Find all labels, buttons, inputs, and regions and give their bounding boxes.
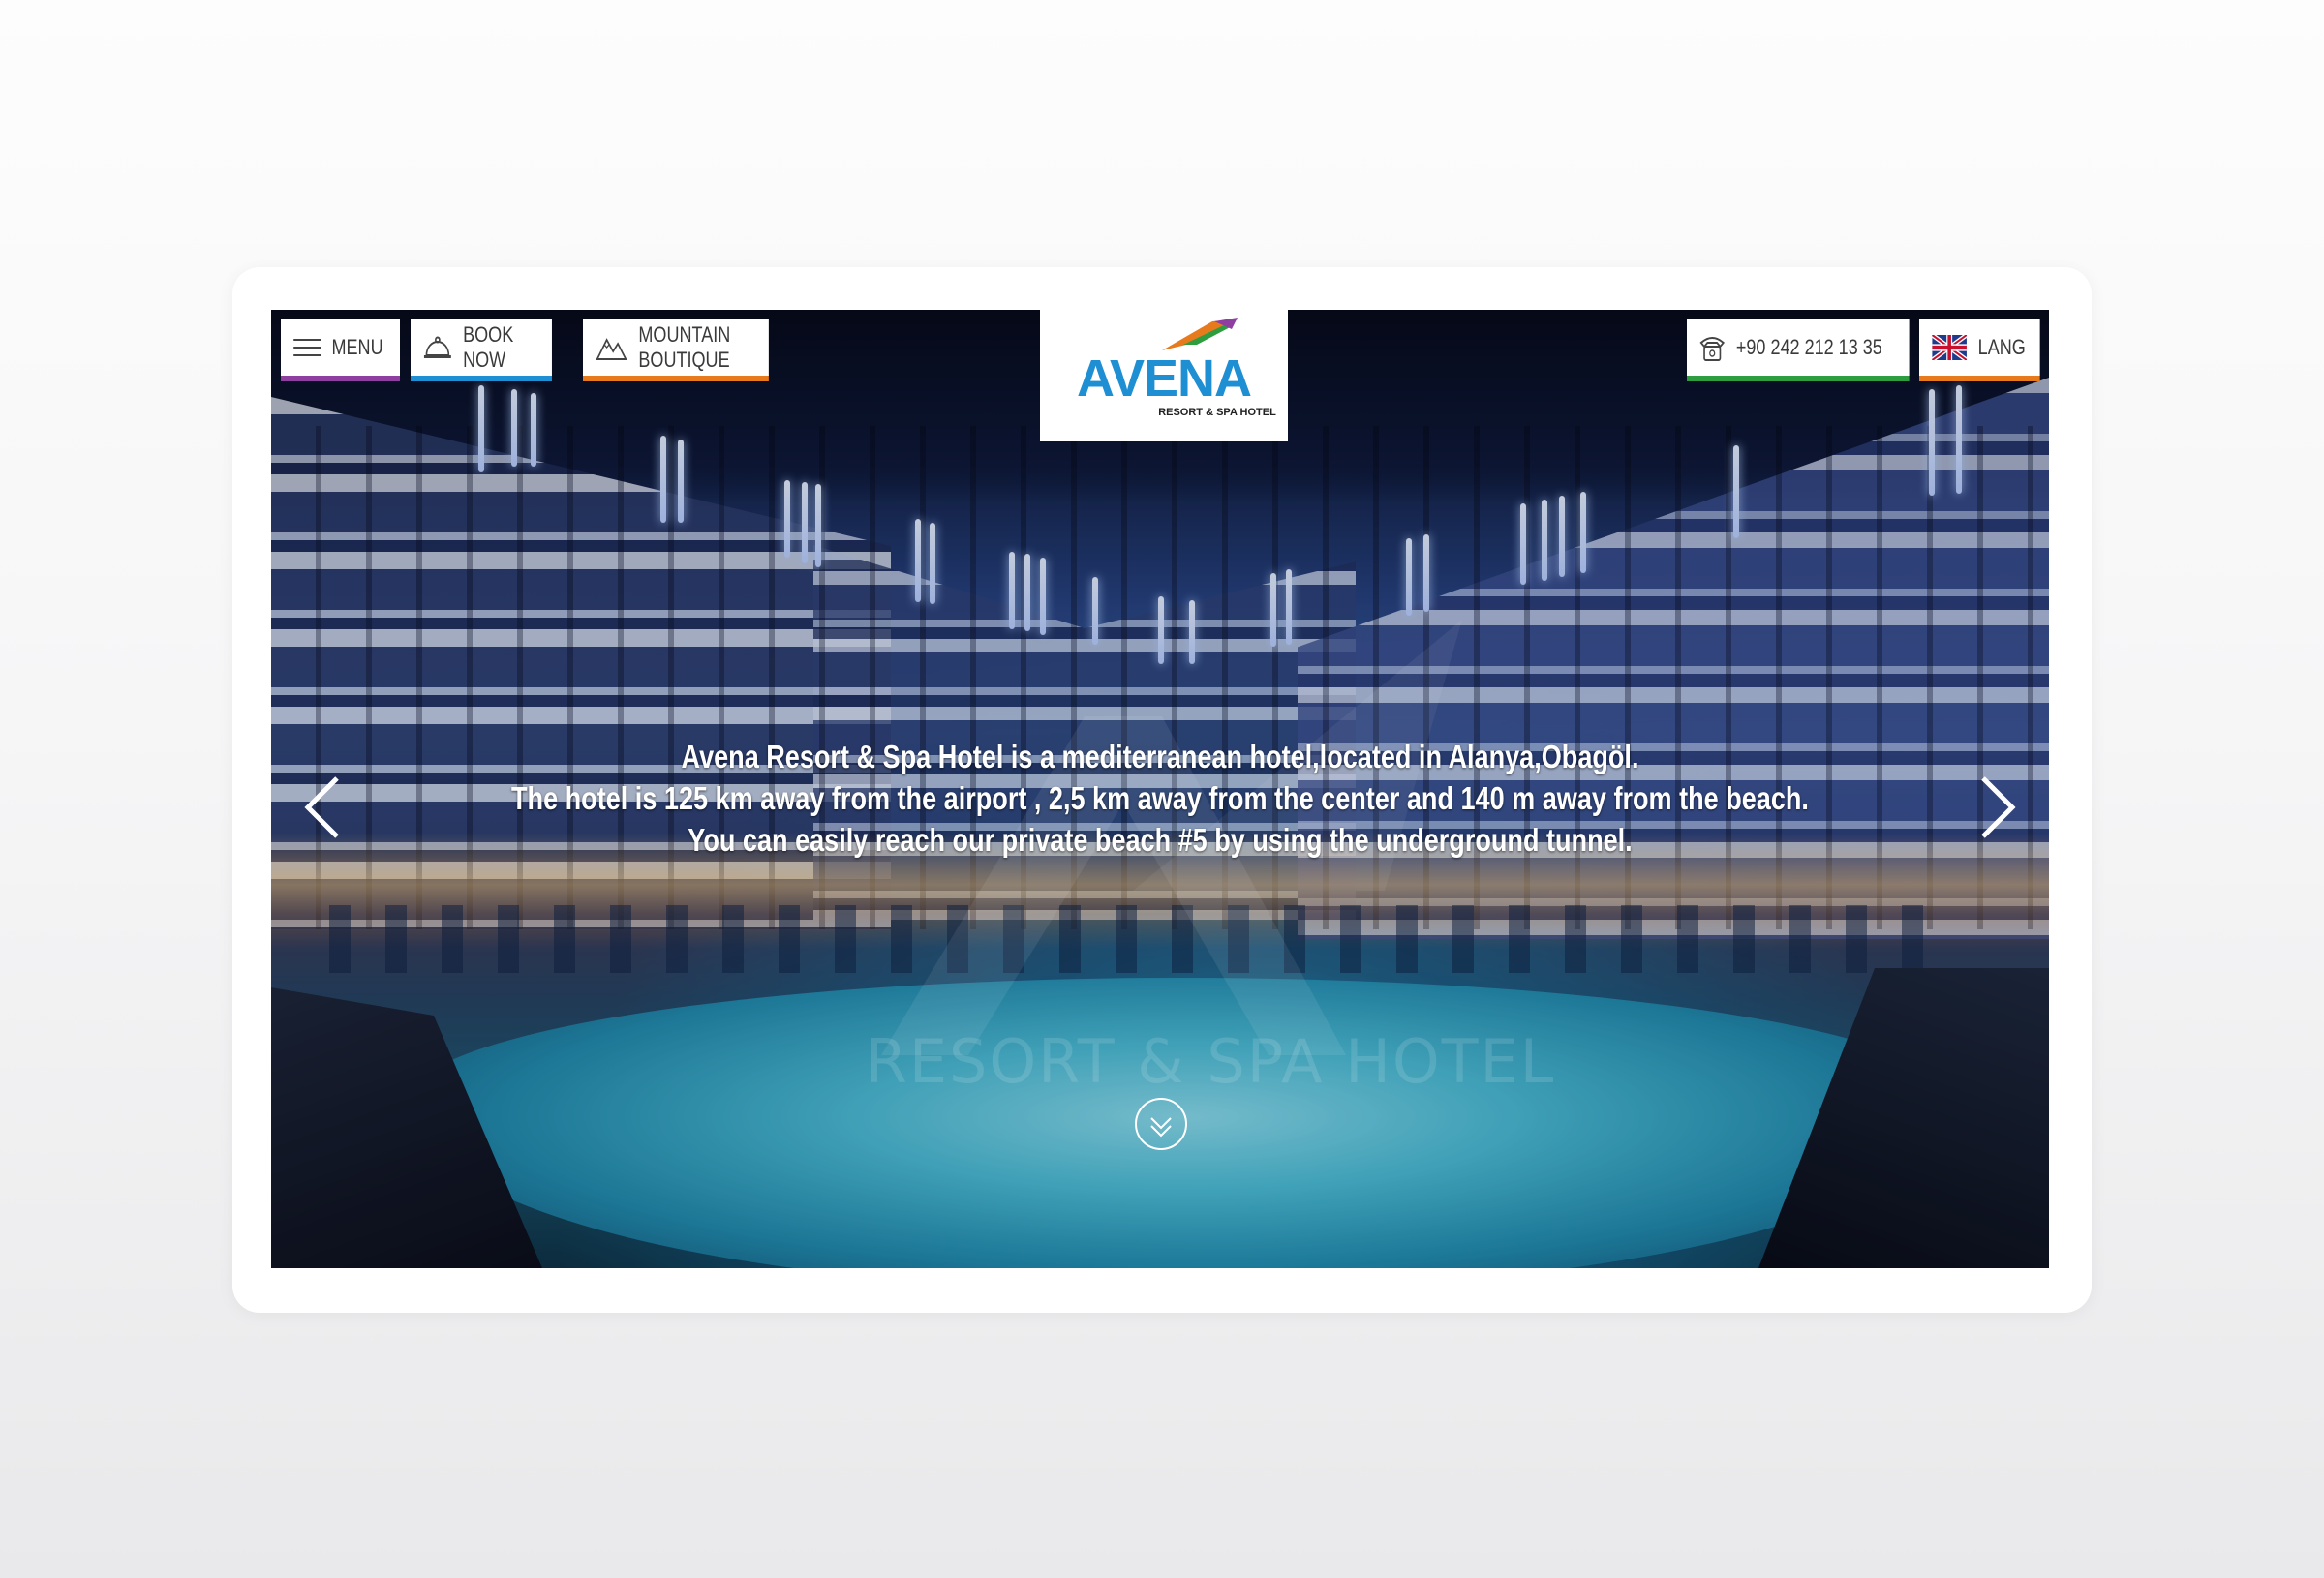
language-label: LANG	[1977, 335, 2026, 359]
chevron-right-icon	[1981, 776, 2016, 838]
mountain-boutique-button[interactable]: MOUNTAIN BOUTIQUE	[583, 319, 769, 381]
menu-button[interactable]: MENU	[281, 319, 400, 381]
phone-number: +90 242 212 13 35	[1735, 335, 1882, 359]
book-accent-bar	[411, 376, 552, 381]
mountain-accent-bar	[583, 376, 769, 381]
logo-subtitle: RESORT & SPA HOTEL	[1158, 407, 1276, 418]
double-chevron-down-icon	[1135, 1098, 1187, 1150]
next-slide-button[interactable]	[1975, 773, 2022, 842]
language-button[interactable]: LANG	[1919, 319, 2040, 381]
chevron-left-icon	[304, 776, 339, 838]
menu-accent-bar	[281, 376, 400, 381]
previous-slide-button[interactable]	[298, 773, 345, 842]
logo-name: AVENA	[1076, 349, 1252, 408]
hero-slider: RESORT & SPA HOTEL MENU BOOK NOW MOUNTAI…	[271, 310, 2049, 1268]
hero-watermark-text: RESORT & SPA HOTEL	[865, 1026, 1556, 1097]
hamburger-icon	[293, 337, 321, 358]
book-now-label: BOOK NOW	[463, 322, 514, 372]
hotel-logo[interactable]: AVENA RESORT & SPA HOTEL	[1040, 310, 1288, 441]
uk-flag-icon	[1932, 335, 1968, 360]
scroll-down-button[interactable]	[1133, 1096, 1189, 1152]
logo-swoosh-icon	[1162, 318, 1238, 350]
caption-line: The hotel is 125 km away from the airpor…	[511, 780, 1809, 816]
caption-line: Avena Resort & Spa Hotel is a mediterran…	[681, 739, 1639, 774]
menu-label: MENU	[331, 335, 383, 359]
caption-line: You can easily reach our private beach #…	[688, 822, 1633, 858]
telephone-icon	[1699, 333, 1725, 362]
service-bell-icon	[423, 334, 452, 361]
lang-accent-bar	[1919, 376, 2040, 381]
mountain-boutique-label: MOUNTAIN BOUTIQUE	[638, 322, 731, 372]
mountain-icon	[596, 334, 627, 361]
phone-accent-bar	[1687, 376, 1910, 381]
book-now-button[interactable]: BOOK NOW	[411, 319, 552, 381]
hero-caption: Avena Resort & Spa Hotel is a mediterran…	[431, 736, 1889, 861]
page-card: RESORT & SPA HOTEL MENU BOOK NOW MOUNTAI…	[232, 267, 2092, 1313]
phone-button[interactable]: +90 242 212 13 35	[1687, 319, 1910, 381]
